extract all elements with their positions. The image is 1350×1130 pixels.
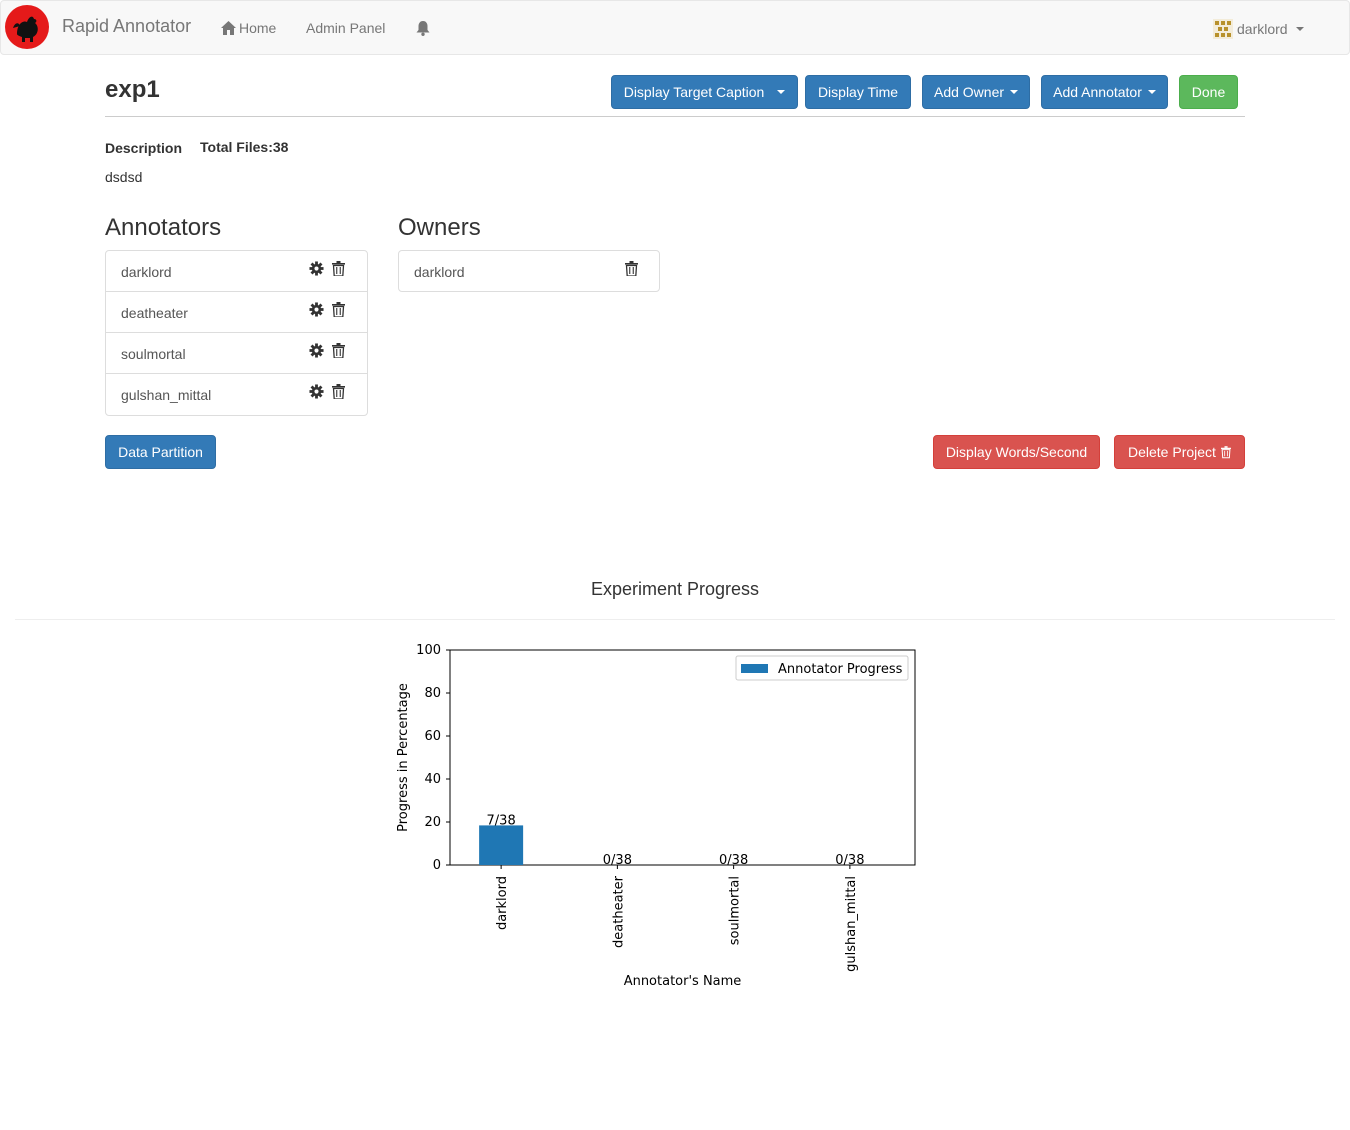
display-time-button[interactable]: Display Time <box>805 75 911 109</box>
add-annotator-button[interactable]: Add Annotator <box>1041 75 1168 109</box>
nav-home[interactable]: Home <box>221 20 276 36</box>
y-tick-label: 40 <box>424 772 441 787</box>
annotator-name: soulmortal <box>121 346 186 362</box>
gear-icon[interactable] <box>309 343 324 358</box>
brand-title[interactable]: Rapid Annotator <box>62 16 191 37</box>
x-tick-label: darklord <box>495 876 510 930</box>
trash-icon[interactable] <box>332 302 345 317</box>
bar <box>479 825 524 865</box>
chart-section-title: Experiment Progress <box>590 579 760 599</box>
x-tick-label: gulshan_mittal <box>844 876 859 972</box>
owner-item: darklord <box>399 251 659 291</box>
display-target-caption-label: Display Target Caption <box>623 84 765 100</box>
bell-icon[interactable] <box>415 20 431 36</box>
trash-icon[interactable] <box>332 343 345 358</box>
display-words-second-button[interactable]: Display Words/Second <box>933 435 1100 469</box>
annotator-name: deatheater <box>121 305 188 321</box>
owners-title: Owners <box>398 214 481 241</box>
nav-admin-panel[interactable]: Admin Panel <box>306 20 385 36</box>
description-label: Description <box>105 140 183 156</box>
delete-project-button[interactable]: Delete Project <box>1114 435 1245 469</box>
owners-list: darklord <box>398 250 660 292</box>
x-axis-label: Annotator's Name <box>624 974 742 989</box>
header-divider <box>105 116 1245 117</box>
trash-icon <box>1220 446 1231 459</box>
annotator-item: gulshan_mittal <box>106 374 367 415</box>
x-tick-label: soulmortal <box>728 876 743 945</box>
display-target-caption-button[interactable]: Display Target Caption <box>611 75 798 109</box>
chevron-down-icon <box>777 90 786 94</box>
annotator-name: darklord <box>121 264 172 280</box>
total-files-value: 38 <box>272 139 289 155</box>
annotator-item: deatheater <box>106 292 367 333</box>
chart-divider <box>15 619 1335 620</box>
annotator-name: gulshan_mittal <box>121 387 212 403</box>
page-title: exp1 <box>105 76 160 103</box>
rooster-logo[interactable] <box>3 4 51 50</box>
y-tick-label: 100 <box>416 643 441 658</box>
add-owner-button[interactable]: Add Owner <box>922 75 1030 109</box>
trash-icon[interactable] <box>332 384 345 399</box>
y-tick-label: 0 <box>433 858 441 873</box>
progress-chart: 0204060801007/38darklord0/38deatheater0/… <box>396 643 916 989</box>
description-text: dsdsd <box>105 169 143 185</box>
annotators-title: Annotators <box>105 214 222 241</box>
gear-icon[interactable] <box>309 302 324 317</box>
user-name: darklord <box>1237 21 1288 37</box>
y-tick-label: 60 <box>424 729 441 744</box>
user-avatar-icon <box>1213 19 1233 39</box>
add-owner-label: Add Owner <box>933 84 1005 100</box>
total-files-label: Total Files: <box>200 139 273 155</box>
annotators-list: darklord deatheater soulmortal gulshan_m… <box>105 250 368 416</box>
gear-icon[interactable] <box>309 261 324 276</box>
user-menu[interactable]: darklord <box>1213 19 1304 39</box>
trash-icon[interactable] <box>332 261 345 276</box>
delete-project-label: Delete Project <box>1128 444 1216 460</box>
y-axis-label: Progress in Percentage <box>396 683 411 832</box>
y-tick-label: 80 <box>424 686 441 701</box>
data-partition-button[interactable]: Data Partition <box>105 435 216 469</box>
y-tick-label: 20 <box>424 815 441 830</box>
legend-label: Annotator Progress <box>778 662 903 677</box>
chevron-down-icon <box>1010 90 1019 94</box>
chevron-down-icon <box>1295 27 1304 31</box>
annotator-item: darklord <box>106 251 367 292</box>
gear-icon[interactable] <box>309 384 324 399</box>
owner-name: darklord <box>414 264 465 280</box>
nav-home-label: Home <box>239 20 277 36</box>
done-button[interactable]: Done <box>1179 75 1238 109</box>
legend-swatch <box>741 664 768 673</box>
bar-value-label: 7/38 <box>487 813 516 828</box>
annotator-item: soulmortal <box>106 333 367 374</box>
x-tick-label: deatheater <box>611 875 626 948</box>
chevron-down-icon <box>1147 90 1156 94</box>
total-files: Total Files:38 <box>200 139 288 155</box>
navbar: Rapid Annotator Home Admin Panel darklor… <box>0 0 1350 55</box>
trash-icon[interactable] <box>625 261 638 276</box>
home-icon <box>221 21 236 35</box>
add-annotator-label: Add Annotator <box>1053 84 1142 100</box>
